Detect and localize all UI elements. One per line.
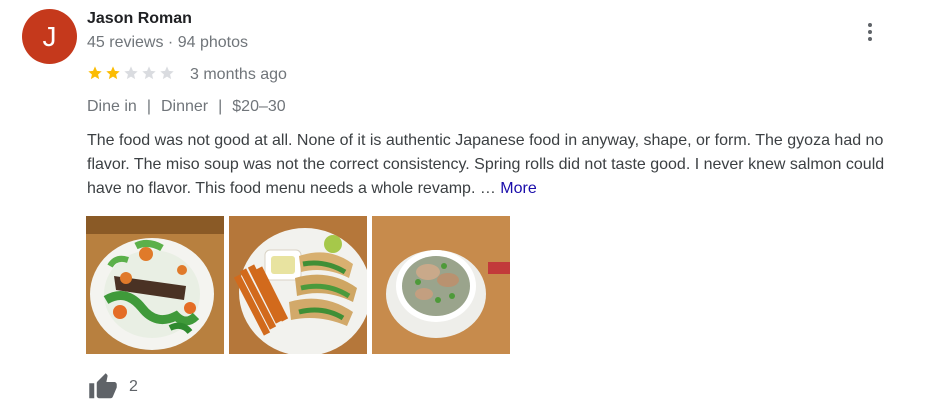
review-body: The food was not good at all. None of it… [87, 132, 885, 197]
tag-separator: | [146, 98, 151, 115]
star-icon [106, 66, 120, 80]
star-icon [142, 66, 156, 80]
like-count: 2 [129, 378, 138, 395]
thumb-up-icon [89, 373, 117, 399]
tag-separator: | [218, 98, 223, 115]
review-text: The food was not good at all. None of it… [87, 129, 917, 201]
like-button[interactable]: 2 [87, 372, 138, 402]
star-icon [124, 66, 138, 80]
tag-meal: Dinner [160, 98, 209, 115]
review-tags: Dine in | Dinner | $20–30 [87, 98, 286, 116]
tag-service: Dine in [87, 98, 137, 115]
avatar[interactable]: J [22, 9, 77, 64]
review-photos [86, 216, 510, 354]
reviewer-name[interactable]: Jason Roman [87, 10, 192, 28]
reviewer-meta: 45 reviews · 94 photos [87, 34, 248, 51]
review-photo-miso-soup[interactable] [372, 216, 510, 354]
star-rating [87, 65, 175, 81]
more-vert-icon[interactable] [858, 20, 882, 44]
tag-price: $20–30 [232, 98, 286, 115]
star-icon [88, 66, 102, 80]
review-photo-salad[interactable] [86, 216, 224, 354]
star-icon [160, 66, 174, 80]
review-time: 3 months ago [190, 66, 287, 83]
more-link[interactable]: More [500, 180, 536, 197]
review-photo-gyoza[interactable] [229, 216, 367, 354]
